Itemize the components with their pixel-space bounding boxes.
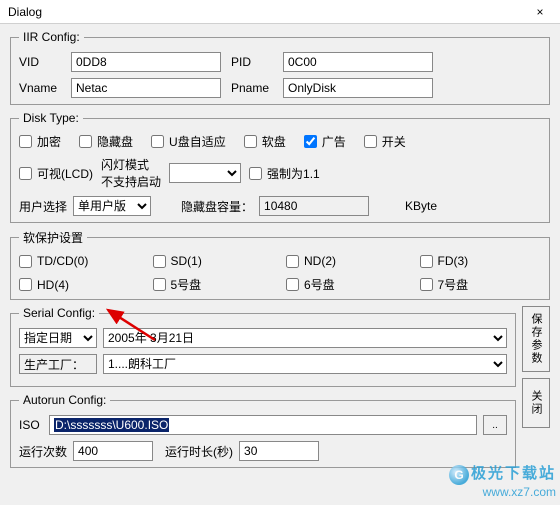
factory-label: 生产工厂： — [19, 354, 97, 374]
soft-legend: 软保护设置 — [19, 229, 87, 246]
iso-label: ISO — [19, 418, 43, 432]
d5-checkbox[interactable]: 5号盘 — [153, 276, 275, 293]
hd-checkbox[interactable]: HD(4) — [19, 276, 141, 293]
vname-label: Vname — [19, 81, 61, 95]
watermark: G极光下载站 www.xz7.com — [449, 462, 556, 499]
soft-protect-group: 软保护设置 TD/CD(0) SD(1) ND(2) FD(3) HD(4) 5… — [10, 229, 550, 300]
watermark-logo-icon: G — [449, 465, 469, 485]
vid-input[interactable] — [71, 52, 221, 72]
runcount-input[interactable] — [73, 441, 153, 461]
kbyte-label: KByte — [405, 199, 437, 213]
vid-label: VID — [19, 55, 61, 69]
pname-input[interactable] — [283, 78, 433, 98]
autorun-legend: Autorun Config: — [19, 393, 110, 407]
factory-select[interactable]: 1....朗科工厂 — [103, 354, 507, 374]
runcount-label: 运行次数 — [19, 443, 67, 460]
nostart-label: 不支持启动 — [101, 173, 161, 190]
vname-input[interactable] — [71, 78, 221, 98]
encrypt-checkbox[interactable]: 加密 — [19, 133, 61, 150]
serial-config-group: Serial Config: 指定日期 2005年 3月21日 生产工厂： 1.… — [10, 306, 516, 387]
switch-checkbox[interactable]: 开关 — [364, 133, 406, 150]
tdcd-checkbox[interactable]: TD/CD(0) — [19, 254, 141, 268]
visible-checkbox[interactable]: 可视(LCD) — [19, 165, 93, 182]
iir-config-group: IIR Config: VID PID Vname Pname — [10, 30, 550, 105]
d7-checkbox[interactable]: 7号盘 — [420, 276, 542, 293]
iir-legend: IIR Config: — [19, 30, 84, 44]
disk-type-group: Disk Type: 加密 隐藏盘 U盘自适应 软盘 广告 开关 可视(LCD)… — [10, 111, 550, 223]
browse-button[interactable]: .. — [483, 415, 507, 435]
close-side-button[interactable]: 关闭 — [522, 378, 550, 428]
flashmode-label: 闪灯模式 — [101, 156, 149, 173]
titlebar: Dialog × — [0, 0, 560, 24]
pname-label: Pname — [231, 81, 273, 95]
iso-path-input[interactable]: D:\sssssss\U600.ISO — [49, 415, 477, 435]
flashmode-select[interactable] — [169, 163, 241, 183]
ad-checkbox[interactable]: 广告 — [304, 133, 346, 150]
uauto-checkbox[interactable]: U盘自适应 — [151, 133, 226, 150]
datemode-select[interactable]: 指定日期 — [19, 328, 97, 348]
date-select[interactable]: 2005年 3月21日 — [103, 328, 507, 348]
save-params-button[interactable]: 保存参数 — [522, 306, 550, 372]
pid-input[interactable] — [283, 52, 433, 72]
window-title: Dialog — [8, 5, 42, 19]
fd-checkbox[interactable]: FD(3) — [420, 254, 542, 268]
floppy-checkbox[interactable]: 软盘 — [244, 133, 286, 150]
force11-checkbox[interactable]: 强制为1.1 — [249, 165, 320, 182]
serial-legend: Serial Config: — [19, 306, 99, 320]
d6-checkbox[interactable]: 6号盘 — [286, 276, 408, 293]
hidden-checkbox[interactable]: 隐藏盘 — [79, 133, 133, 150]
runtime-input[interactable] — [239, 441, 319, 461]
hiddencap-label: 隐藏盘容量： — [181, 198, 253, 215]
close-icon: × — [536, 5, 543, 19]
pid-label: PID — [231, 55, 273, 69]
nd-checkbox[interactable]: ND(2) — [286, 254, 408, 268]
autorun-config-group: Autorun Config: ISO D:\sssssss\U600.ISO … — [10, 393, 516, 468]
runtime-label: 运行时长(秒) — [165, 443, 233, 460]
hiddencap-input — [259, 196, 369, 216]
usersel-select[interactable]: 单用户版 — [73, 196, 151, 216]
close-button[interactable]: × — [520, 0, 560, 24]
sd-checkbox[interactable]: SD(1) — [153, 254, 275, 268]
usersel-label: 用户选择 — [19, 198, 67, 215]
disk-legend: Disk Type: — [19, 111, 83, 125]
